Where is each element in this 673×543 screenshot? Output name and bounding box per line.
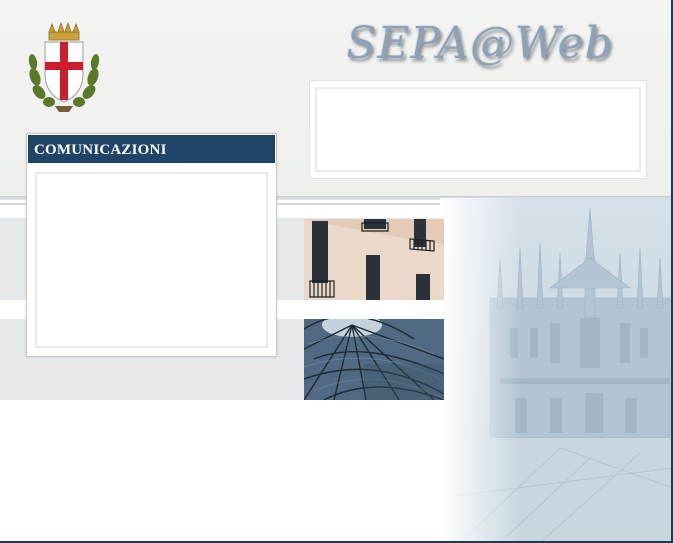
milan-coat-of-arms-icon: [28, 22, 100, 112]
building-facade-photo: [304, 219, 444, 300]
info-box: [309, 80, 647, 179]
cathedral-background-image: [440, 198, 673, 543]
info-box-content: [315, 87, 641, 172]
galleria-dome-photo: [304, 319, 444, 400]
app-logo: SEPA@Web: [346, 18, 614, 69]
page: SEPA@Web COMUNICAZIONI: [0, 0, 673, 543]
communications-title: COMUNICAZIONI: [28, 135, 275, 163]
communications-list: [35, 172, 268, 348]
communications-panel: COMUNICAZIONI: [26, 133, 277, 357]
